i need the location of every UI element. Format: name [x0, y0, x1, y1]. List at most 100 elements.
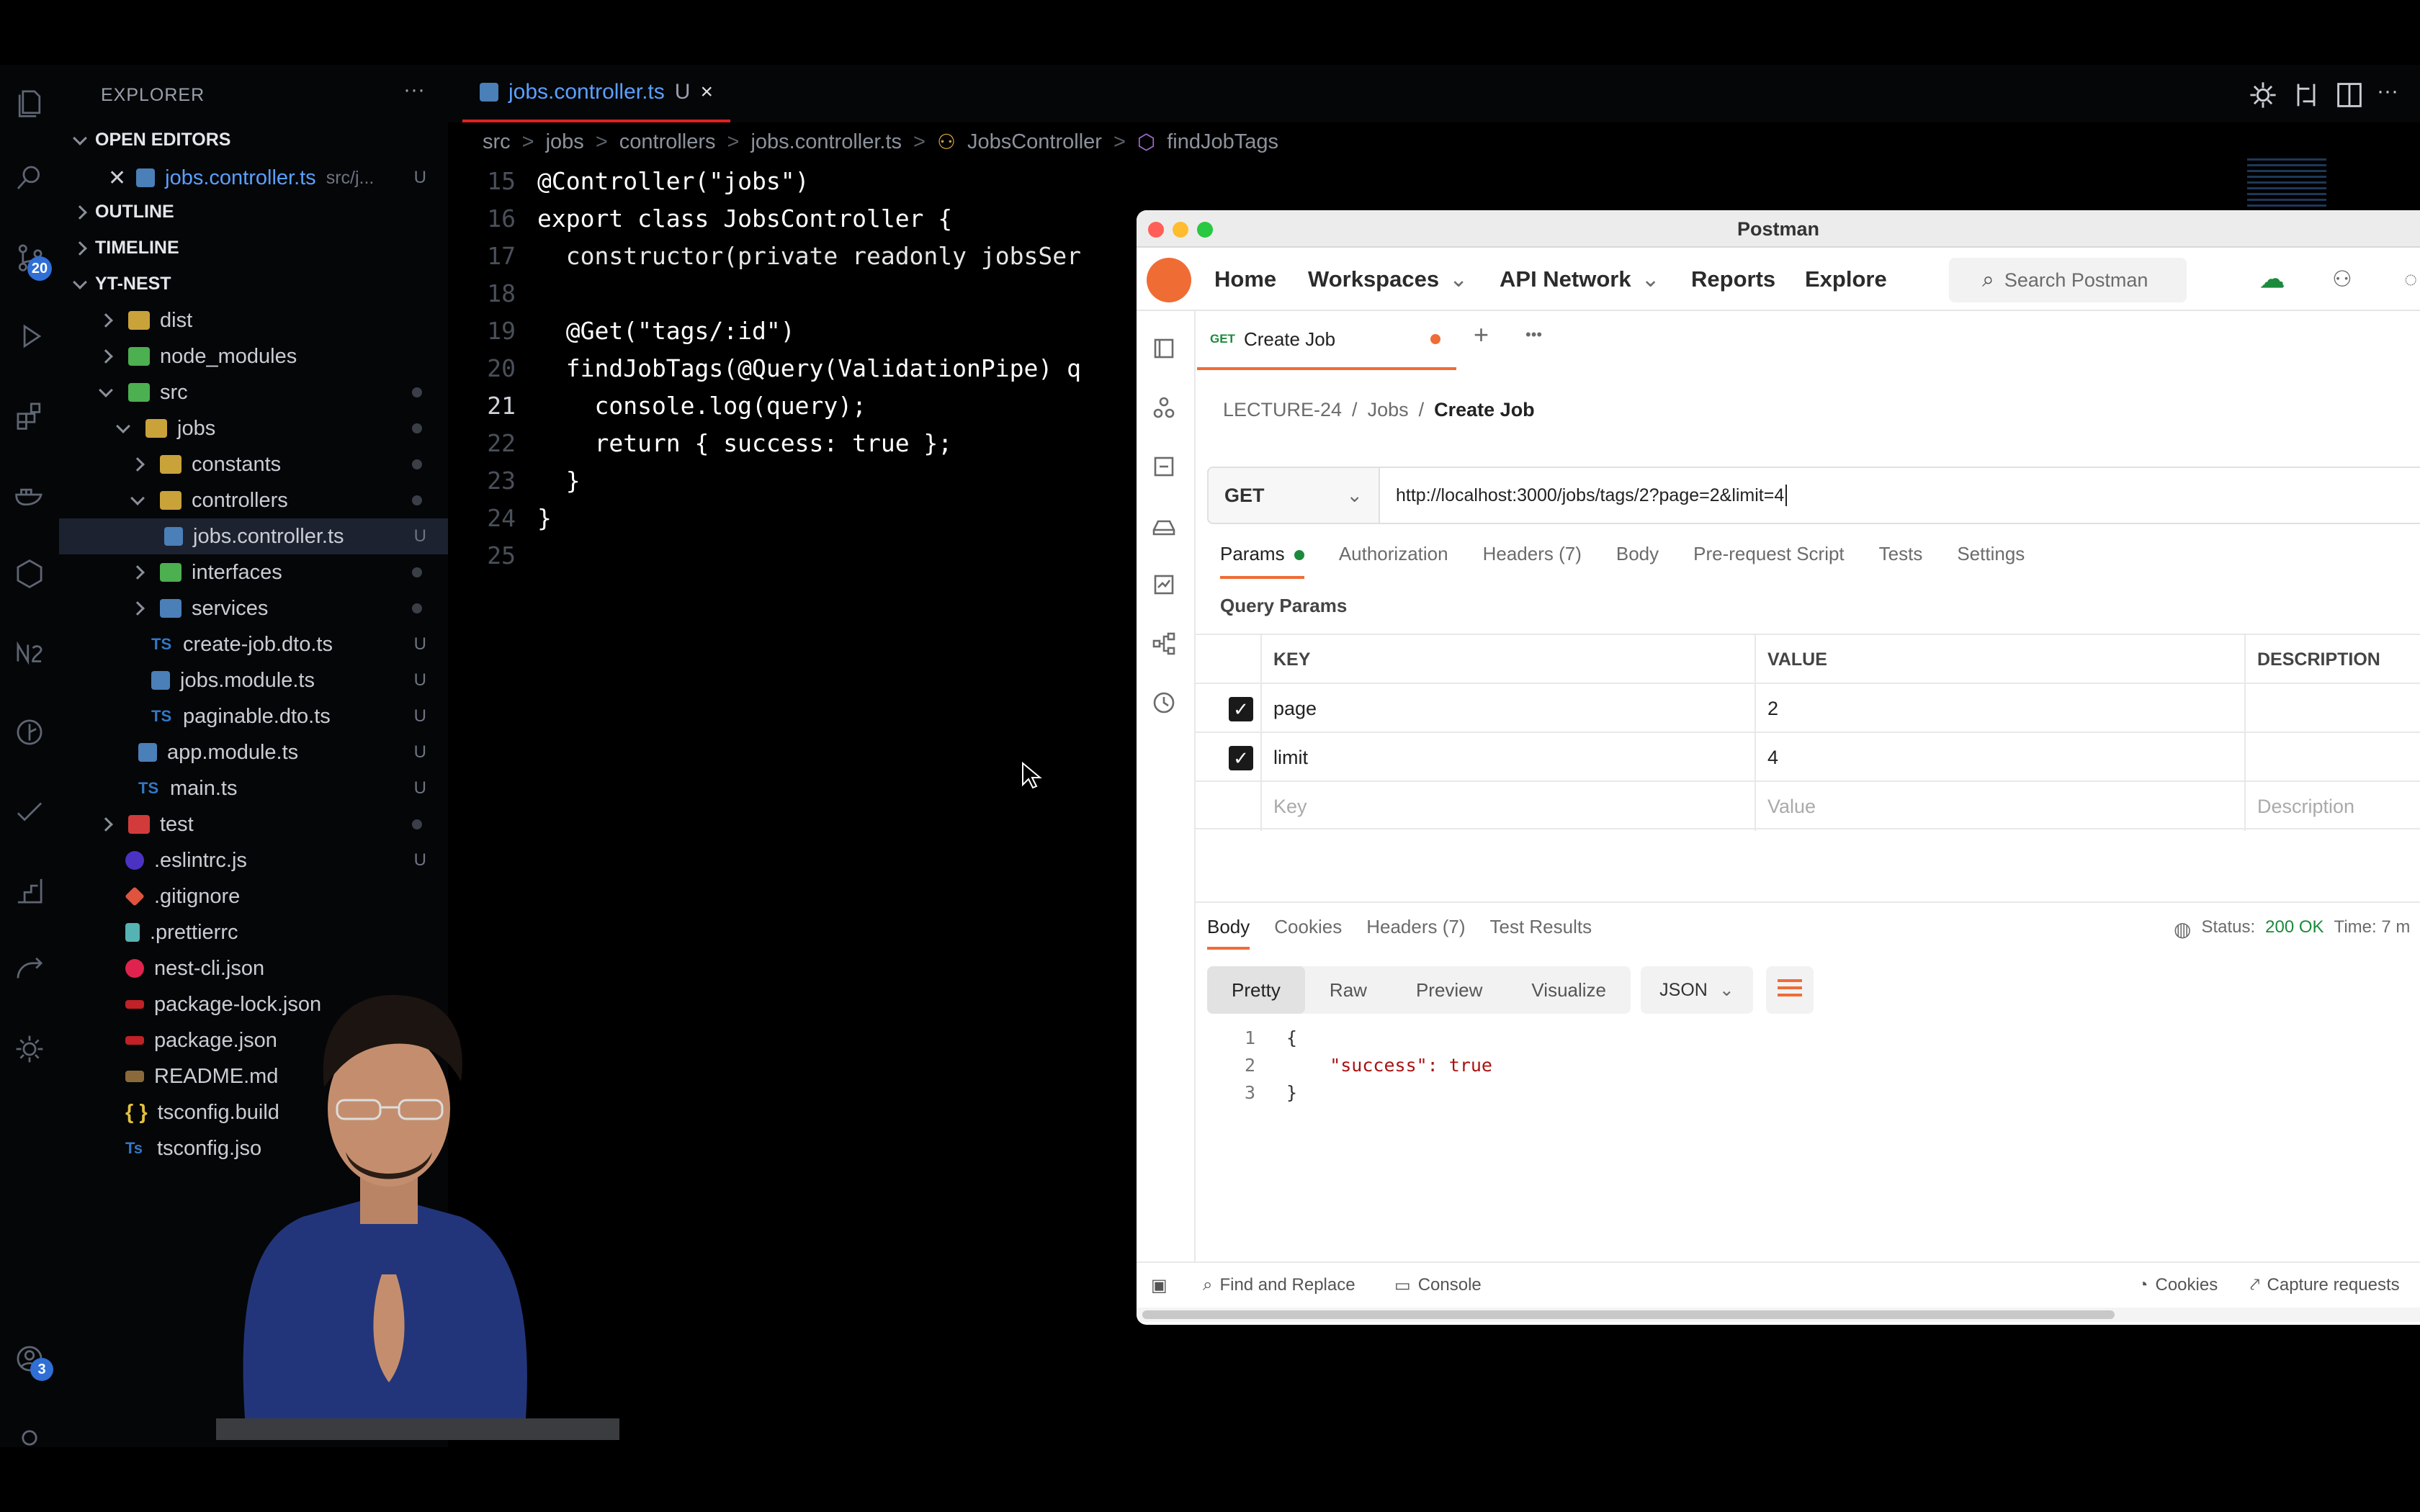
testing-icon[interactable] — [10, 792, 49, 831]
code-editor[interactable]: 15 @Controller("jobs") 16 export class Job… — [448, 162, 1132, 608]
format-preview[interactable]: Preview — [1392, 966, 1507, 1014]
tree-item-main[interactable]: TS main.ts U — [59, 770, 448, 806]
timeline-section[interactable]: TIMELINE — [73, 238, 179, 258]
response-tab-body[interactable]: Body — [1207, 916, 1250, 950]
nav-reports[interactable]: Reports — [1691, 248, 1775, 311]
mock-servers-icon[interactable] — [1150, 511, 1183, 544]
nx-icon[interactable] — [10, 634, 49, 672]
minimize-window-button[interactable] — [1173, 222, 1188, 238]
apis-icon[interactable] — [1150, 452, 1183, 485]
tree-item-interfaces[interactable]: interfaces — [59, 554, 448, 590]
tree-item-app-module[interactable]: app.module.ts U — [59, 734, 448, 770]
format-select[interactable]: JSON ⌄ — [1641, 966, 1753, 1014]
close-icon[interactable]: ✕ — [108, 166, 126, 191]
invite-user-icon[interactable]: ⚇ — [2332, 248, 2352, 311]
chart-icon[interactable] — [10, 871, 49, 910]
tree-item-services[interactable]: services — [59, 590, 448, 626]
gitlens-icon[interactable] — [10, 713, 49, 752]
source-control-icon[interactable]: 20 — [10, 238, 52, 281]
nav-api-network[interactable]: API Network ⌄ — [1500, 248, 1660, 311]
extensions-icon[interactable] — [10, 396, 49, 435]
search-icon[interactable] — [10, 158, 49, 197]
response-tab-headers[interactable]: Headers (7) — [1366, 916, 1465, 950]
request-tab[interactable]: GET Create Job — [1197, 311, 1456, 370]
tree-item-jobs[interactable]: jobs — [59, 410, 448, 446]
param-key[interactable]: page — [1273, 684, 1317, 733]
wrap-lines-icon[interactable] — [1766, 966, 1814, 1014]
search-input[interactable]: ⌕ Search Postman — [1949, 258, 2187, 302]
account-icon[interactable]: 3 — [10, 1339, 53, 1381]
horizontal-scrollbar[interactable] — [1137, 1308, 2420, 1322]
param-value[interactable]: 4 — [1767, 733, 1778, 782]
settings-gear-icon[interactable] — [2247, 79, 2279, 111]
param-checkbox[interactable]: ✓ — [1229, 746, 1253, 770]
response-tab-test-results[interactable]: Test Results — [1489, 916, 1592, 950]
find-replace-button[interactable]: ⌕ Find and Replace — [1203, 1263, 1355, 1308]
tree-item-jobs-controller[interactable]: jobs.controller.ts U — [59, 518, 448, 554]
minimap[interactable] — [2247, 158, 2326, 209]
tab-headers[interactable]: Headers (7) — [1483, 543, 1582, 579]
cloud-sync-icon[interactable]: ☁ — [2260, 248, 2285, 311]
param-checkbox[interactable]: ✓ — [1229, 697, 1253, 721]
tree-item-paginable-dto[interactable]: TS paginable.dto.ts U — [59, 698, 448, 734]
postman-logo[interactable] — [1147, 258, 1191, 302]
tab-authorization[interactable]: Authorization — [1339, 543, 1448, 579]
tab-tests[interactable]: Tests — [1879, 543, 1923, 579]
method-select[interactable]: GET ⌄ — [1207, 467, 1380, 524]
toggle-sidebar-icon[interactable]: ▣ — [1151, 1263, 1168, 1308]
close-window-button[interactable] — [1148, 222, 1164, 238]
nav-workspaces[interactable]: Workspaces ⌄ — [1308, 248, 1468, 311]
maximize-window-button[interactable] — [1197, 222, 1213, 238]
breadcrumb-item[interactable]: findJobTags — [1167, 130, 1278, 154]
tree-item-constants[interactable]: constants — [59, 446, 448, 482]
globe-icon[interactable]: ◍ — [2174, 917, 2191, 941]
tree-item-create-job-dto[interactable]: TS create-job.dto.ts U — [59, 626, 448, 662]
param-key[interactable]: limit — [1273, 733, 1308, 782]
breadcrumb-item[interactable]: src — [483, 130, 511, 154]
tree-item-test[interactable]: test — [59, 806, 448, 842]
value-placeholder[interactable]: Value — [1767, 782, 1816, 831]
split-editor-icon[interactable] — [2334, 79, 2365, 111]
files-icon[interactable] — [10, 84, 49, 122]
more-actions-icon[interactable]: ··· — [2377, 79, 2408, 111]
console-button[interactable]: ▭ Console — [1394, 1263, 1482, 1308]
breadcrumb-item[interactable]: jobs.controller.ts — [750, 130, 902, 154]
breadcrumb-item[interactable]: controllers — [619, 130, 716, 154]
nav-home[interactable]: Home — [1214, 248, 1276, 311]
response-tab-cookies[interactable]: Cookies — [1274, 916, 1342, 950]
param-value[interactable]: 2 — [1767, 684, 1778, 733]
project-section[interactable]: YT-NEST — [73, 274, 171, 294]
compare-icon[interactable] — [2290, 79, 2322, 111]
run-debug-icon[interactable] — [10, 317, 49, 356]
monitors-icon[interactable] — [1150, 570, 1183, 603]
settings-sync-icon[interactable] — [10, 1030, 49, 1068]
tab-options-button[interactable]: ••• — [1525, 325, 1542, 344]
tree-item-jobs-module[interactable]: jobs.module.ts U — [59, 662, 448, 698]
nav-explore[interactable]: Explore — [1805, 248, 1887, 311]
tab-settings[interactable]: Settings — [1957, 543, 2025, 579]
tab-params[interactable]: Params — [1220, 543, 1304, 579]
outline-section[interactable]: OUTLINE — [73, 202, 174, 222]
close-icon[interactable]: × — [700, 80, 713, 104]
docker-icon[interactable] — [10, 475, 49, 514]
breadcrumb-item[interactable]: JobsController — [967, 130, 1102, 154]
explorer-more-button[interactable]: ··· — [403, 78, 425, 102]
collections-icon[interactable] — [1150, 334, 1183, 367]
url-input[interactable]: http://localhost:3000/jobs/tags/2?page=2… — [1380, 467, 2420, 524]
live-share-icon[interactable] — [10, 950, 49, 989]
tree-item-dist[interactable]: dist — [59, 302, 448, 338]
breadcrumb-request[interactable]: Create Job — [1434, 399, 1535, 421]
breadcrumb-folder[interactable]: Jobs — [1368, 399, 1409, 421]
tab-body[interactable]: Body — [1616, 543, 1659, 579]
tree-item-controllers[interactable]: controllers — [59, 482, 448, 518]
breadcrumb-collection[interactable]: LECTURE-24 — [1223, 399, 1342, 421]
open-editor-item[interactable]: ✕ jobs.controller.ts src/j... U — [59, 160, 448, 196]
history-icon[interactable] — [1150, 688, 1183, 721]
key-placeholder[interactable]: Key — [1273, 782, 1307, 831]
tree-item-src[interactable]: src — [59, 374, 448, 410]
scrollbar-thumb[interactable] — [1142, 1310, 2115, 1319]
description-placeholder[interactable]: Description — [2257, 782, 2354, 831]
cookies-button[interactable]: ◔ Cookies — [2138, 1263, 2218, 1308]
remote-explorer-icon[interactable] — [10, 554, 49, 593]
open-editors-section[interactable]: OPEN EDITORS — [73, 130, 230, 150]
